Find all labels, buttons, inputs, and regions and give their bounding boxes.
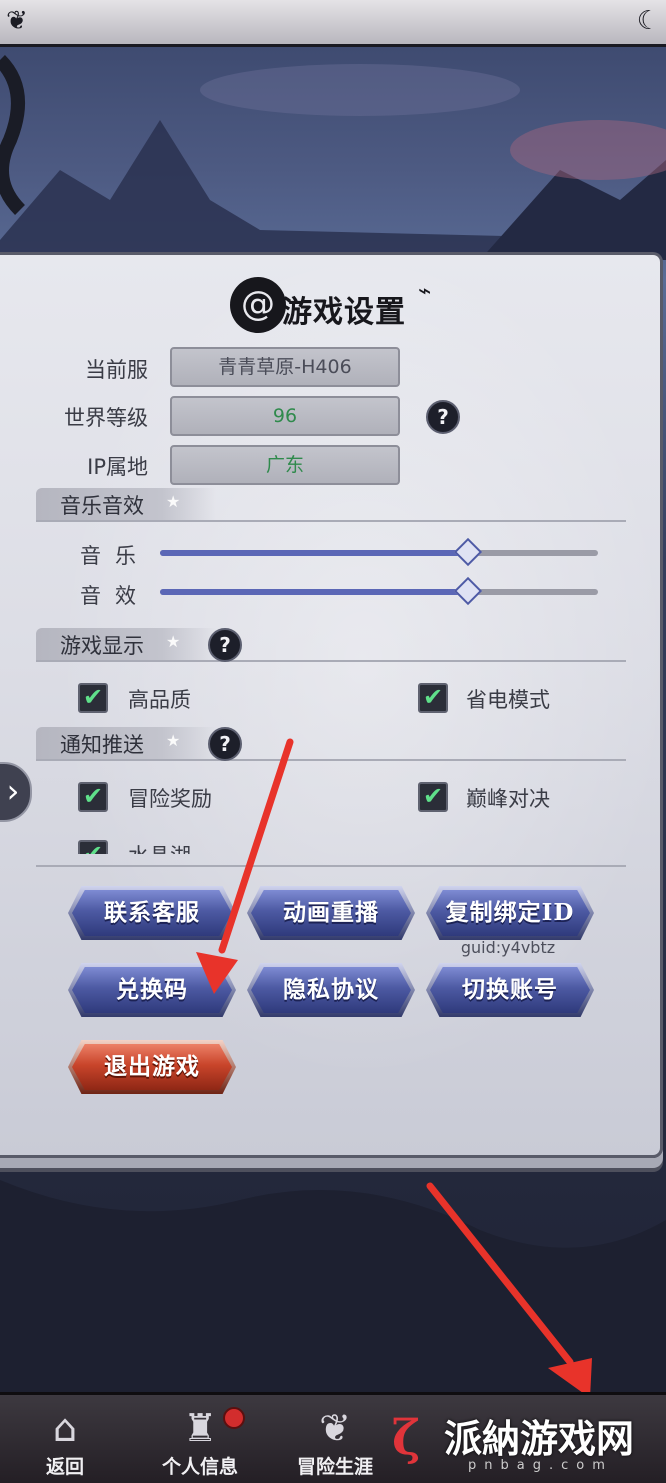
arrow-to-redeem-head (196, 952, 238, 994)
nav-profile-label: 个人信息 (161, 1456, 238, 1478)
arrow-to-bottom-right (426, 1182, 574, 1366)
annotation-arrows (196, 738, 592, 1398)
watermark-text: 派納游戏网 (444, 1416, 635, 1461)
arrow-to-redeem (218, 738, 294, 954)
wings-emblem-icon: ❦ (319, 1406, 351, 1450)
nav-back-label: 返回 (45, 1456, 84, 1478)
nav-adventure[interactable]: ❦ 冒险生涯 (280, 1395, 390, 1483)
watermark-subtext: pnbag.com (468, 1458, 613, 1473)
nav-profile[interactable]: ♜ 个人信息 (145, 1395, 255, 1483)
notification-dot (223, 1407, 245, 1429)
back-icon: ⌂ (52, 1406, 78, 1450)
castle-icon: ♜ (182, 1406, 218, 1450)
nav-back[interactable]: ⌂ 返回 (10, 1395, 120, 1483)
nav-adventure-label: 冒险生涯 (296, 1456, 373, 1478)
watermark: ζ 派納游戏网 pnbag.com (392, 1400, 662, 1480)
watermark-logo-icon: ζ (392, 1410, 421, 1466)
